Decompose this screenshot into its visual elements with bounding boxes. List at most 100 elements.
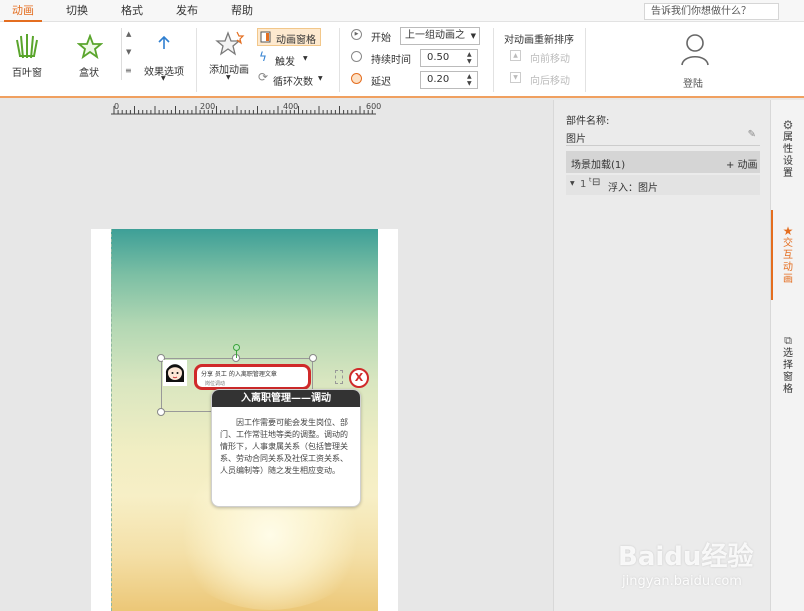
dropdown-caret-icon: ▼ [318, 75, 323, 82]
dropdown-caret-icon: ▼ [470, 32, 476, 40]
baidu-watermark-url: jingyan.baidu.com [622, 574, 742, 589]
sidebar-item-label: 属性设置 [783, 132, 793, 179]
baidu-watermark: Baidu经验 [618, 542, 754, 572]
loop-count-button[interactable]: ⟳ 循环次数 ▼ [257, 70, 325, 88]
layers-icon: ⧉ [784, 334, 792, 347]
loop-icon: ⟳ [258, 70, 269, 84]
ruler-label-0: 0 [114, 102, 120, 111]
scene-load-label: 场景加载(1) [571, 160, 626, 171]
duration-label: 持续时间 [371, 55, 411, 66]
info-popup[interactable]: 入离职管理——调动 因工作需要可能会发生岗位、部门、工作常驻地等类的调整。调动的… [211, 389, 361, 507]
close-button[interactable]: X [349, 368, 369, 388]
tab-animation[interactable]: 动画 [4, 0, 42, 22]
move-forward-label: 向前移动 [530, 54, 570, 65]
edit-pencil-icon[interactable]: ✎ [748, 129, 756, 140]
effect-blinds-label: 百叶窗 [12, 68, 42, 79]
ribbon-divider [196, 28, 197, 92]
login-label: 登陆 [683, 79, 703, 90]
delay-stepper[interactable]: 0.20 ▲ ▼ [420, 71, 478, 89]
gallery-more-icon[interactable]: ≡ [125, 66, 132, 75]
duration-value: 0.50 [427, 52, 450, 63]
float-in-icon: ᵗ⊟ [589, 177, 601, 188]
rotate-handle[interactable] [233, 344, 240, 351]
sidebar-item-label: 选择窗格 [783, 348, 793, 395]
login-button[interactable]: 登陆 [672, 30, 718, 90]
chevron-up-icon[interactable]: ▲ [126, 30, 131, 38]
gallery-scroll[interactable]: ▲ ▼ ≡ [121, 28, 137, 80]
ruler-label-400: 400 [283, 102, 299, 111]
rotate-handle-stem [236, 351, 237, 358]
move-forward-button[interactable]: ▲ 向前移动 [510, 50, 576, 65]
lightning-icon: ϟ [259, 50, 267, 64]
loop-count-label: 循环次数 [273, 77, 313, 88]
effect-blinds[interactable]: 百叶窗 [6, 28, 50, 79]
stepper-down-icon[interactable]: ▼ [467, 59, 475, 65]
horizontal-ruler [111, 106, 376, 115]
trigger-button[interactable]: ϟ 触发 ▼ [257, 50, 321, 68]
sidebar-item-properties[interactable]: ⚙ 属性设置 [771, 118, 804, 180]
dropdown-caret-icon: ▼ [161, 75, 166, 82]
scene-load-header[interactable]: 场景加载(1) + 动画 [566, 151, 760, 173]
animation-list-item[interactable]: ▼ 1 ᵗ⊟ 浮入：图片 [566, 175, 760, 195]
component-name-field[interactable]: 图片 ✎ [566, 128, 760, 146]
effect-box-label: 盒状 [79, 68, 99, 79]
move-backward-label: 向后移动 [530, 76, 570, 87]
move-backward-button[interactable]: ▼ 向后移动 [510, 72, 576, 87]
slide-guide-left [111, 229, 112, 611]
tell-me-text: 告诉我们你想做什么？ [651, 6, 751, 17]
ribbon: 百叶窗 盒状 ▲ ▼ ≡ 效果选项 ▼ 添加动画 ▼ 动画窗格 ϟ 触发 ▼ ⟳… [0, 22, 804, 98]
start-dropdown[interactable]: 上一组动画之 ▼ [400, 27, 480, 45]
ribbon-divider [339, 28, 340, 92]
add-animation-link[interactable]: + 动画 [726, 156, 758, 171]
ruler-label-200: 200 [200, 102, 216, 111]
resize-handle[interactable] [309, 354, 317, 362]
move-down-icon: ▼ [510, 72, 521, 83]
close-icon: X [354, 371, 364, 384]
dropdown-caret-icon: ▼ [226, 74, 231, 81]
expand-caret-icon[interactable]: ▼ [570, 180, 575, 187]
ribbon-divider [585, 28, 586, 92]
animation-entry-text: 浮入：图片 [608, 183, 658, 194]
popup-title: 入离职管理——调动 [212, 390, 360, 407]
sidebar-item-selection-pane[interactable]: ⧉ 选择窗格 [771, 334, 804, 396]
add-animation-button[interactable]: 添加动画 ▼ [206, 28, 254, 86]
animation-index: 1 [580, 179, 587, 190]
gear-icon: ⚙ [782, 118, 794, 132]
play-circle-icon: ▶ [351, 29, 362, 40]
box-star-effect-icon [77, 34, 103, 60]
duration-stepper[interactable]: 0.50 ▲ ▼ [420, 49, 478, 67]
share-card[interactable]: 分享 员工 的入离职管理文章 岗位调动 [194, 364, 311, 390]
pane-icon [260, 31, 271, 43]
resize-handle[interactable] [157, 408, 165, 416]
start-label: 开始 [371, 33, 391, 44]
tab-format[interactable]: 格式 [113, 0, 151, 22]
animation-pane-button[interactable]: 动画窗格 [257, 28, 321, 46]
delay-value: 0.20 [427, 74, 450, 85]
tell-me-search[interactable]: 告诉我们你想做什么？ [644, 3, 779, 20]
properties-panel: 部件名称: 图片 ✎ 场景加载(1) + 动画 ▼ 1 ᵗ⊟ 浮入：图片 [553, 100, 770, 611]
user-icon [681, 34, 709, 66]
tab-transition[interactable]: 切换 [58, 0, 96, 22]
ruler-label-600: 600 [366, 102, 382, 111]
blinds-effect-icon [16, 34, 38, 59]
stepper-down-icon[interactable]: ▼ [467, 81, 475, 87]
add-animation-star-icon [215, 31, 245, 56]
ribbon-divider [493, 28, 494, 92]
dropdown-caret-icon: ▼ [303, 55, 308, 62]
animation-pane-label: 动画窗格 [276, 35, 316, 46]
arrow-up-icon [158, 36, 170, 49]
tab-publish[interactable]: 发布 [168, 0, 206, 22]
menu-bar: 动画 切换 格式 发布 帮助 告诉我们你想做什么？ [0, 0, 804, 22]
move-up-icon: ▲ [510, 50, 521, 61]
effect-options-button[interactable]: 效果选项 ▼ [142, 36, 188, 86]
share-card-subtitle: 岗位调动 [205, 381, 226, 387]
clock-icon [351, 51, 362, 62]
start-value: 上一组动画之 [405, 30, 465, 41]
effect-box[interactable]: 盒状 [68, 28, 112, 79]
component-name-value: 图片 [566, 134, 586, 145]
sidebar-item-interactive-animation[interactable]: ★ 交互动画 [771, 224, 804, 286]
tab-help[interactable]: 帮助 [223, 0, 261, 22]
trigger-label: 触发 [275, 57, 295, 68]
chevron-down-icon[interactable]: ▼ [126, 48, 131, 56]
delay-icon [351, 73, 362, 84]
